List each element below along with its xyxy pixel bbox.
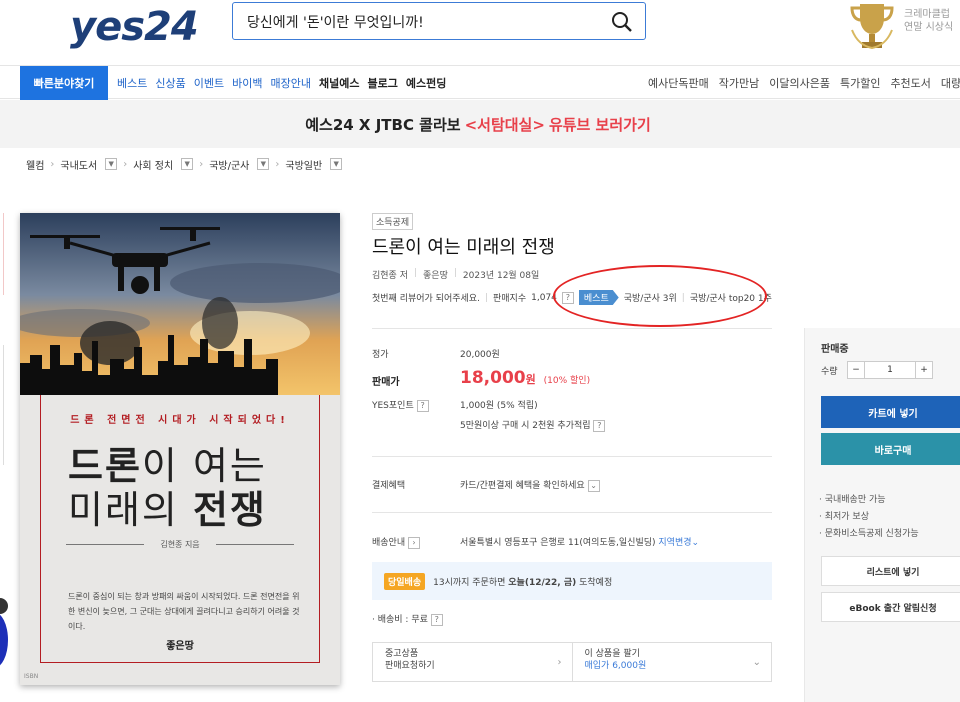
product-meta: 김현종 저 | 좋은땅 | 2023년 12월 08일: [372, 268, 540, 281]
nav-recommend[interactable]: 추천도서: [890, 75, 930, 91]
promo-banner[interactable]: 예스24 X JTBC 콜라보 <서탐대실> 유튜브 보러가기: [0, 100, 960, 148]
points-label: YES포인트 ?: [372, 398, 429, 412]
nav-gift[interactable]: 이달의사은품: [769, 75, 830, 91]
purchase-notes: · 국내배송만 가능 · 최저가 보상 · 문화비소득공제 신청가능: [819, 495, 919, 539]
cover-title-line2: 미래의 전쟁: [68, 488, 267, 532]
product-title: 드론이 여는 미래의 전쟁: [372, 237, 555, 258]
chevron-down-icon[interactable]: ▼: [105, 158, 118, 170]
chevron-right-icon: ›: [123, 158, 128, 170]
payment-benefit[interactable]: 카드/간편결제 혜택을 확인하세요 ⌄: [460, 478, 600, 492]
payment-label: 결제혜택: [372, 481, 406, 491]
chevron-down-icon[interactable]: ▼: [181, 158, 194, 170]
shipping-address: 서울특별시 영등포구 은행로 11(여의도동,일신빌딩) 지역변경⌄: [460, 538, 700, 548]
book-cover[interactable]: 드론 전면전 시대가 시작되었다! 드론이 여는 미래의 전쟁 김현종 지음 드…: [20, 213, 340, 685]
add-to-list-button[interactable]: 리스트에 넣기: [821, 556, 960, 586]
breadcrumb-item[interactable]: 사회 정치: [133, 157, 173, 172]
trophy-icon[interactable]: [846, 0, 898, 56]
search-input-value: 당신에게 '돈'이란 무엇입니까!: [247, 15, 424, 31]
nav-channel[interactable]: 채널예스: [319, 75, 359, 91]
side-thumb[interactable]: [0, 213, 4, 295]
chevron-down-icon[interactable]: ⌄: [587, 480, 600, 492]
cover-author: 김현종 지음: [66, 539, 294, 550]
nav-blog[interactable]: 블로그: [367, 75, 397, 91]
nav-funding[interactable]: 예스펀딩: [406, 75, 446, 91]
help-icon[interactable]: ?: [416, 400, 429, 412]
breadcrumb-item[interactable]: 국내도서: [60, 157, 97, 172]
chevron-right-icon: ›: [557, 657, 562, 668]
change-region-link[interactable]: 지역변경: [658, 538, 691, 548]
cover-tagline: 드론 전면전 시대가 시작되었다!: [70, 415, 290, 426]
side-widget[interactable]: [0, 612, 8, 668]
points-value: 1,000원 (5% 적립): [460, 401, 538, 411]
breadcrumb-item[interactable]: 국방일반: [285, 157, 322, 172]
shipping-fee: · 배송비 : 무료 ?: [372, 612, 443, 626]
divider: [372, 456, 772, 457]
chevron-right-icon: ›: [50, 158, 55, 170]
award-text[interactable]: 크레마클럽 연말 시상식: [904, 8, 960, 34]
discount-rate: (10% 할인): [543, 376, 591, 386]
review-link[interactable]: 첫번째 리뷰어가 되어주세요.: [372, 291, 480, 304]
side-thumb[interactable]: [0, 345, 4, 465]
chevron-right-icon: ›: [275, 158, 280, 170]
sale-price: 18,000원 (10% 할인): [460, 368, 591, 388]
breadcrumb-item[interactable]: 국방/군사: [209, 157, 249, 172]
nav-discount[interactable]: 특가할인: [840, 75, 880, 91]
side-widget[interactable]: [0, 598, 8, 614]
points-extra: 5만원이상 구매 시 2천원 추가적립 ?: [460, 418, 606, 432]
nav-author-meet[interactable]: 작가만남: [719, 75, 759, 91]
highlight-annotation: [553, 265, 767, 327]
cover-code: ISBN: [24, 673, 39, 680]
nav-exclusive[interactable]: 예사단독판매: [648, 75, 709, 91]
quantity-stepper: − 1 +: [847, 361, 933, 379]
nav-best[interactable]: 베스트: [117, 75, 147, 91]
tax-deduction-badge: 소득공제: [372, 213, 414, 230]
help-icon[interactable]: ?: [430, 614, 443, 626]
cover-publisher: 좋은땅: [166, 641, 194, 652]
nav-store[interactable]: 매장안내: [271, 75, 311, 91]
used-product-box: 중고상품 판매요청하기 › 이 상품을 팔기 매입가 6,000원 ⌄: [372, 642, 772, 682]
list-price-label: 정가: [372, 350, 389, 360]
add-to-cart-button[interactable]: 카트에 넣기: [821, 396, 960, 428]
sell-this-product[interactable]: 이 상품을 팔기 매입가 6,000원 ⌄: [571, 643, 772, 681]
same-day-badge: 당일배송: [384, 572, 426, 590]
nav-new[interactable]: 신상품: [155, 75, 185, 91]
publish-date: 2023년 12월 08일: [462, 271, 540, 281]
chevron-down-icon[interactable]: ▼: [257, 158, 270, 170]
main-nav: 빠른분야찾기 베스트 신상품 이벤트 바이백 매장안내 채널예스 블로그 예스펀…: [0, 65, 960, 100]
cover-description: 드론이 중심이 되는 창과 방패의 싸움이 시작되었다. 드론 전면전을 위한 …: [68, 592, 300, 631]
quantity-input[interactable]: 1: [865, 361, 915, 379]
search-icon[interactable]: [611, 11, 633, 33]
sale-status: 판매중: [821, 344, 849, 355]
used-sell-request[interactable]: 중고상품 판매요청하기 ›: [373, 643, 572, 681]
list-price-value: 20,000원: [460, 350, 500, 360]
sales-index-label: 판매지수: [493, 294, 527, 304]
quick-category-button[interactable]: 빠른분야찾기: [20, 66, 108, 100]
author-link[interactable]: 김현종 저: [372, 268, 408, 281]
cover-illustration: [20, 213, 340, 395]
buy-now-button[interactable]: 바로구매: [821, 433, 960, 465]
same-day-delivery: 당일배송 13시까지 주문하면 오늘(12/22, 금) 도착예정: [372, 562, 772, 600]
nav-buyback[interactable]: 바이백: [232, 75, 262, 91]
quantity-label: 수량: [821, 367, 838, 377]
yes24-logo[interactable]: yes24: [70, 4, 199, 50]
publisher-link[interactable]: 좋은땅: [423, 268, 448, 281]
chevron-down-icon: ⌄: [752, 657, 761, 668]
divider: [372, 512, 772, 513]
purchase-panel: 판매중 수량 − 1 + 카트에 넣기 바로구매 · 국내배송만 가능 · 최저…: [804, 328, 960, 702]
divider: [372, 328, 772, 329]
nav-event[interactable]: 이벤트: [194, 75, 224, 91]
breadcrumb: 웰컴 › 국내도서 ▼ › 사회 정치 ▼ › 국방/군사 ▼ › 국방일반 ▼: [26, 156, 343, 172]
quantity-plus-button[interactable]: +: [915, 361, 933, 379]
nav-bulk[interactable]: 대량구매: [941, 75, 960, 91]
quantity-minus-button[interactable]: −: [847, 361, 865, 379]
shipping-label: 배송안내 ›: [372, 535, 420, 549]
chevron-right-icon[interactable]: ›: [408, 537, 420, 549]
chevron-right-icon: ›: [199, 158, 204, 170]
sale-price-label: 판매가: [372, 377, 400, 388]
breadcrumb-home[interactable]: 웰컴: [26, 157, 44, 172]
help-icon[interactable]: ?: [593, 420, 606, 432]
ebook-alert-button[interactable]: eBook 출간 알림신청: [821, 592, 960, 622]
chevron-down-icon[interactable]: ▼: [330, 158, 343, 170]
search-input[interactable]: 당신에게 '돈'이란 무엇입니까!: [232, 2, 646, 40]
